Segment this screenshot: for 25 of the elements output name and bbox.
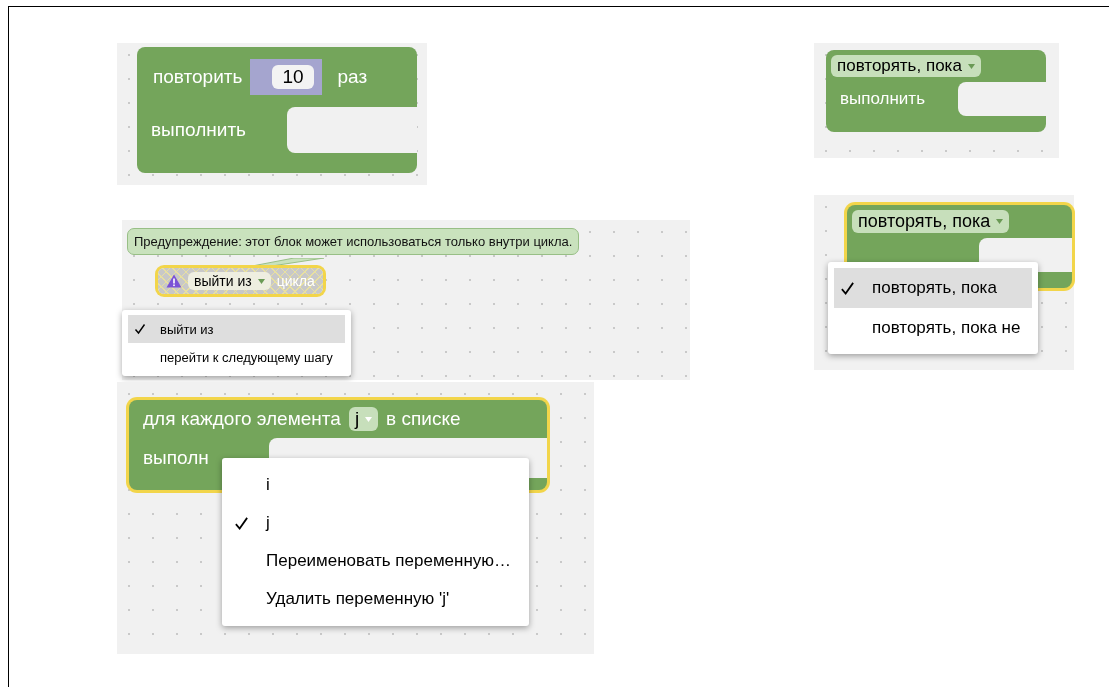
caret-icon — [967, 63, 975, 69]
dropdown-field[interactable]: повторять, пока — [852, 210, 1010, 233]
block-label: выполн — [143, 447, 209, 469]
warning-icon — [166, 274, 182, 288]
block-label: для каждого элемента — [143, 408, 341, 430]
caret-icon — [996, 219, 1004, 224]
dropdown-field[interactable]: повторять, пока — [831, 55, 981, 77]
dropdown-field[interactable]: j — [348, 407, 379, 431]
number-field[interactable]: 10 — [272, 65, 314, 89]
block-label: в списке — [386, 408, 461, 430]
menu-item[interactable]: Переименовать переменную… — [228, 542, 524, 580]
repeat-block[interactable]: повторить 10 раз выполнить — [137, 47, 417, 173]
warning-bubble: Предупреждение: этот блок может использоваться только внутри цикла. — [127, 228, 580, 255]
block-label: повторить — [153, 66, 243, 88]
caret-icon — [257, 278, 265, 284]
while-block[interactable]: повторять, пока выполнить — [826, 50, 1046, 132]
menu-item[interactable]: повторять, пока — [834, 268, 1033, 308]
block-label: раз — [337, 66, 368, 88]
block-label: выполнить — [151, 119, 246, 141]
caret-icon — [365, 416, 373, 422]
block-label: цикла — [276, 273, 315, 289]
menu-item[interactable]: Удалить переменную 'j' — [228, 580, 524, 618]
block-label: выполнить — [840, 89, 925, 109]
menu-item[interactable]: повторять, пока не — [834, 308, 1033, 348]
menu-item[interactable]: j — [228, 504, 524, 542]
